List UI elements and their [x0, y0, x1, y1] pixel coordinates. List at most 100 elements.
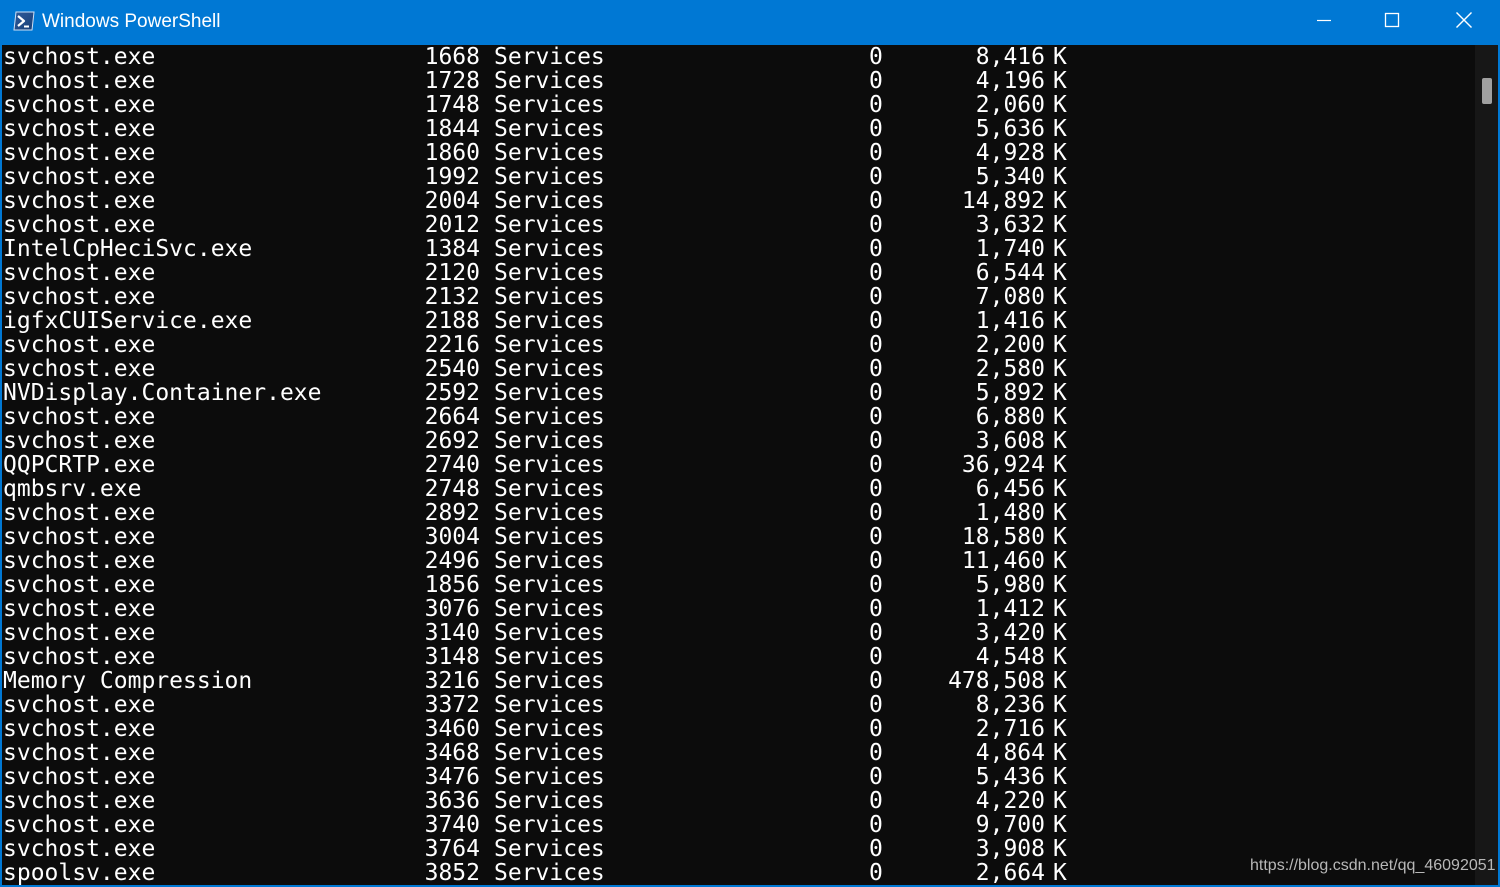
process-name: svchost.exe: [3, 644, 156, 670]
process-name: svchost.exe: [3, 620, 156, 646]
memory-unit: K: [1053, 68, 1067, 94]
session-number: 0: [869, 812, 883, 838]
process-pid: 2496: [424, 548, 480, 574]
minimize-button[interactable]: [1290, 0, 1358, 45]
memory-usage: 4,548: [975, 644, 1045, 670]
process-row: svchost.exe 2120 Services 0 6,544 K: [3, 261, 1123, 285]
memory-usage: 5,892: [975, 380, 1045, 406]
session-number: 0: [869, 548, 883, 574]
session-name: Services: [494, 668, 605, 694]
session-name: Services: [494, 644, 605, 670]
process-name: svchost.exe: [3, 500, 156, 526]
memory-usage: 2,580: [975, 356, 1045, 382]
process-row: svchost.exe 3372 Services 0 8,236 K: [3, 693, 1123, 717]
session-number: 0: [869, 836, 883, 862]
process-pid: 2748: [424, 476, 480, 502]
vertical-scrollbar[interactable]: [1475, 45, 1498, 885]
process-name: NVDisplay.Container.exe: [3, 380, 322, 406]
session-name: Services: [494, 92, 605, 118]
process-pid: 2132: [424, 284, 480, 310]
process-name: svchost.exe: [3, 260, 156, 286]
process-row: spoolsv.exe 3852 Services 0 2,664 K: [3, 861, 1123, 885]
process-name: qmbsrv.exe: [3, 476, 142, 502]
process-pid: 3372: [424, 692, 480, 718]
process-pid: 2012: [424, 212, 480, 238]
process-row: qmbsrv.exe 2748 Services 0 6,456 K: [3, 477, 1123, 501]
memory-usage: 1,412: [975, 596, 1045, 622]
session-name: Services: [494, 356, 605, 382]
session-name: Services: [494, 452, 605, 478]
scrollbar-thumb[interactable]: [1482, 78, 1492, 104]
process-pid: 1856: [424, 572, 480, 598]
process-pid: 2216: [424, 332, 480, 358]
process-row: svchost.exe 2496 Services 0 11,460 K: [3, 549, 1123, 573]
memory-usage: 3,608: [975, 428, 1045, 454]
process-name: IntelCpHeciSvc.exe: [3, 236, 253, 262]
powershell-icon: [13, 11, 35, 31]
process-pid: 1992: [424, 164, 480, 190]
memory-unit: K: [1053, 740, 1067, 766]
memory-usage: 3,632: [975, 212, 1045, 238]
window-title: Windows PowerShell: [42, 11, 221, 32]
session-number: 0: [869, 740, 883, 766]
session-name: Services: [494, 692, 605, 718]
memory-usage: 6,544: [975, 260, 1045, 286]
powershell-window: Windows PowerShell svchost.exe 1668 Servic…: [0, 0, 1500, 887]
memory-usage: 7,080: [975, 284, 1045, 310]
process-row: svchost.exe 3636 Services 0 4,220 K: [3, 789, 1123, 813]
process-pid: 1860: [424, 140, 480, 166]
process-name: svchost.exe: [3, 596, 156, 622]
session-number: 0: [869, 308, 883, 334]
process-row: svchost.exe 1860 Services 0 4,928 K: [3, 141, 1123, 165]
process-pid: 3216: [424, 668, 480, 694]
process-name: spoolsv.exe: [3, 860, 156, 885]
memory-unit: K: [1053, 644, 1067, 670]
process-pid: 2004: [424, 188, 480, 214]
memory-unit: K: [1053, 452, 1067, 478]
session-number: 0: [869, 68, 883, 94]
process-name: svchost.exe: [3, 740, 156, 766]
memory-unit: K: [1053, 212, 1067, 238]
process-row: svchost.exe 1748 Services 0 2,060 K: [3, 93, 1123, 117]
session-name: Services: [494, 116, 605, 142]
memory-unit: K: [1053, 596, 1067, 622]
process-name: svchost.exe: [3, 284, 156, 310]
title-bar[interactable]: Windows PowerShell: [0, 0, 1500, 45]
process-row: svchost.exe 1668 Services 0 8,416 K: [3, 45, 1123, 69]
console-output[interactable]: svchost.exe 1668 Services 0 8,416 K svchost.ex…: [2, 45, 1498, 885]
process-row: svchost.exe 1856 Services 0 5,980 K: [3, 573, 1123, 597]
process-name: svchost.exe: [3, 572, 156, 598]
memory-usage: 1,740: [975, 236, 1045, 262]
session-number: 0: [869, 284, 883, 310]
maximize-icon: [1384, 12, 1400, 33]
memory-usage: 4,220: [975, 788, 1045, 814]
process-pid: 2892: [424, 500, 480, 526]
memory-unit: K: [1053, 236, 1067, 262]
session-name: Services: [494, 860, 605, 885]
process-name: QQPCRTP.exe: [3, 452, 156, 478]
memory-usage: 2,716: [975, 716, 1045, 742]
process-pid: 2664: [424, 404, 480, 430]
session-name: Services: [494, 764, 605, 790]
memory-unit: K: [1053, 116, 1067, 142]
memory-unit: K: [1053, 380, 1067, 406]
process-name: svchost.exe: [3, 140, 156, 166]
process-name: svchost.exe: [3, 332, 156, 358]
close-icon: [1455, 11, 1473, 34]
process-name: svchost.exe: [3, 836, 156, 862]
process-row: QQPCRTP.exe 2740 Services 0 36,924 K: [3, 453, 1123, 477]
maximize-button[interactable]: [1358, 0, 1426, 45]
memory-usage: 9,700: [975, 812, 1045, 838]
session-number: 0: [869, 524, 883, 550]
process-name: svchost.exe: [3, 116, 156, 142]
memory-usage: 6,456: [975, 476, 1045, 502]
session-name: Services: [494, 404, 605, 430]
close-button[interactable]: [1430, 0, 1498, 45]
process-row: svchost.exe 2892 Services 0 1,480 K: [3, 501, 1123, 525]
process-pid: 3852: [424, 860, 480, 885]
memory-unit: K: [1053, 692, 1067, 718]
session-number: 0: [869, 45, 883, 70]
session-name: Services: [494, 188, 605, 214]
process-pid: 2540: [424, 356, 480, 382]
memory-usage: 2,664: [975, 860, 1045, 885]
